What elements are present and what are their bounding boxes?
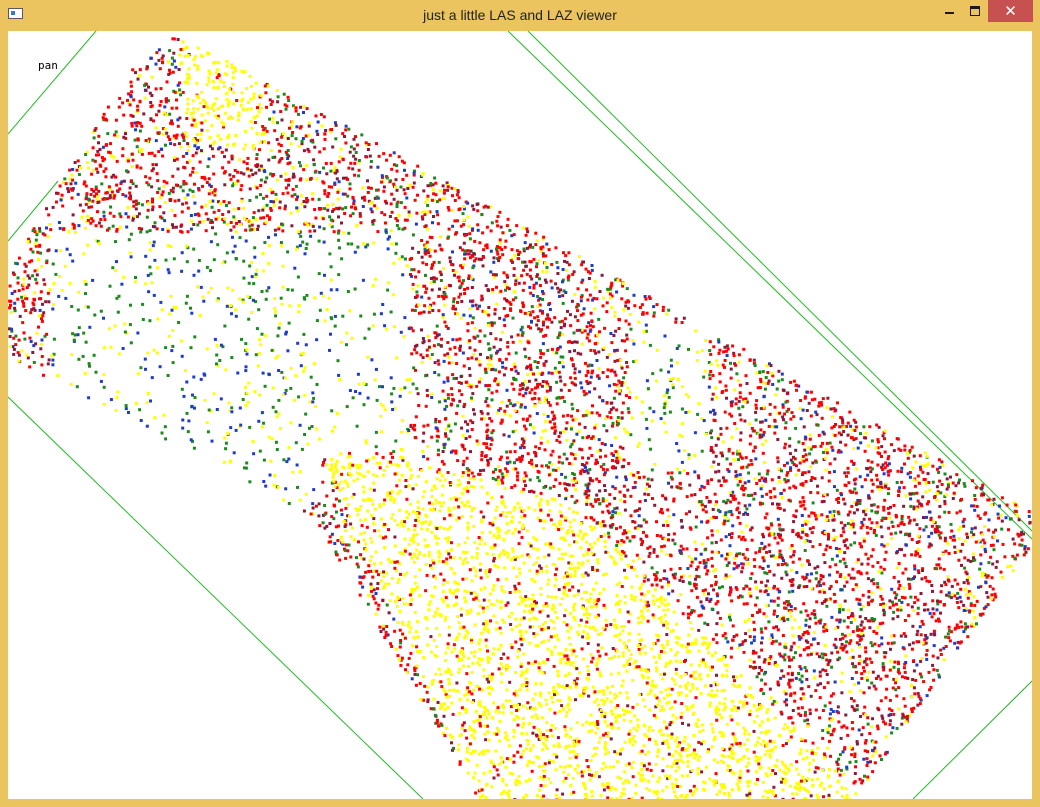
- close-icon: ✕: [1004, 2, 1017, 20]
- maximize-button[interactable]: [962, 0, 988, 22]
- window-title: just a little LAS and LAZ viewer: [423, 7, 617, 23]
- navigation-mode-label: pan: [38, 59, 58, 72]
- minimize-button[interactable]: [936, 0, 962, 22]
- maximize-icon: [970, 6, 980, 16]
- minimize-icon: [944, 12, 954, 14]
- title-bar[interactable]: just a little LAS and LAZ viewer ✕: [0, 0, 1040, 31]
- point-cloud: [8, 37, 1032, 799]
- bounding-box-lines: [8, 31, 1032, 799]
- close-button[interactable]: ✕: [988, 0, 1033, 22]
- point-cloud-canvas[interactable]: [8, 31, 1032, 799]
- point-cloud-viewport[interactable]: pan: [8, 31, 1032, 799]
- app-window: just a little LAS and LAZ viewer ✕ pan: [0, 0, 1040, 807]
